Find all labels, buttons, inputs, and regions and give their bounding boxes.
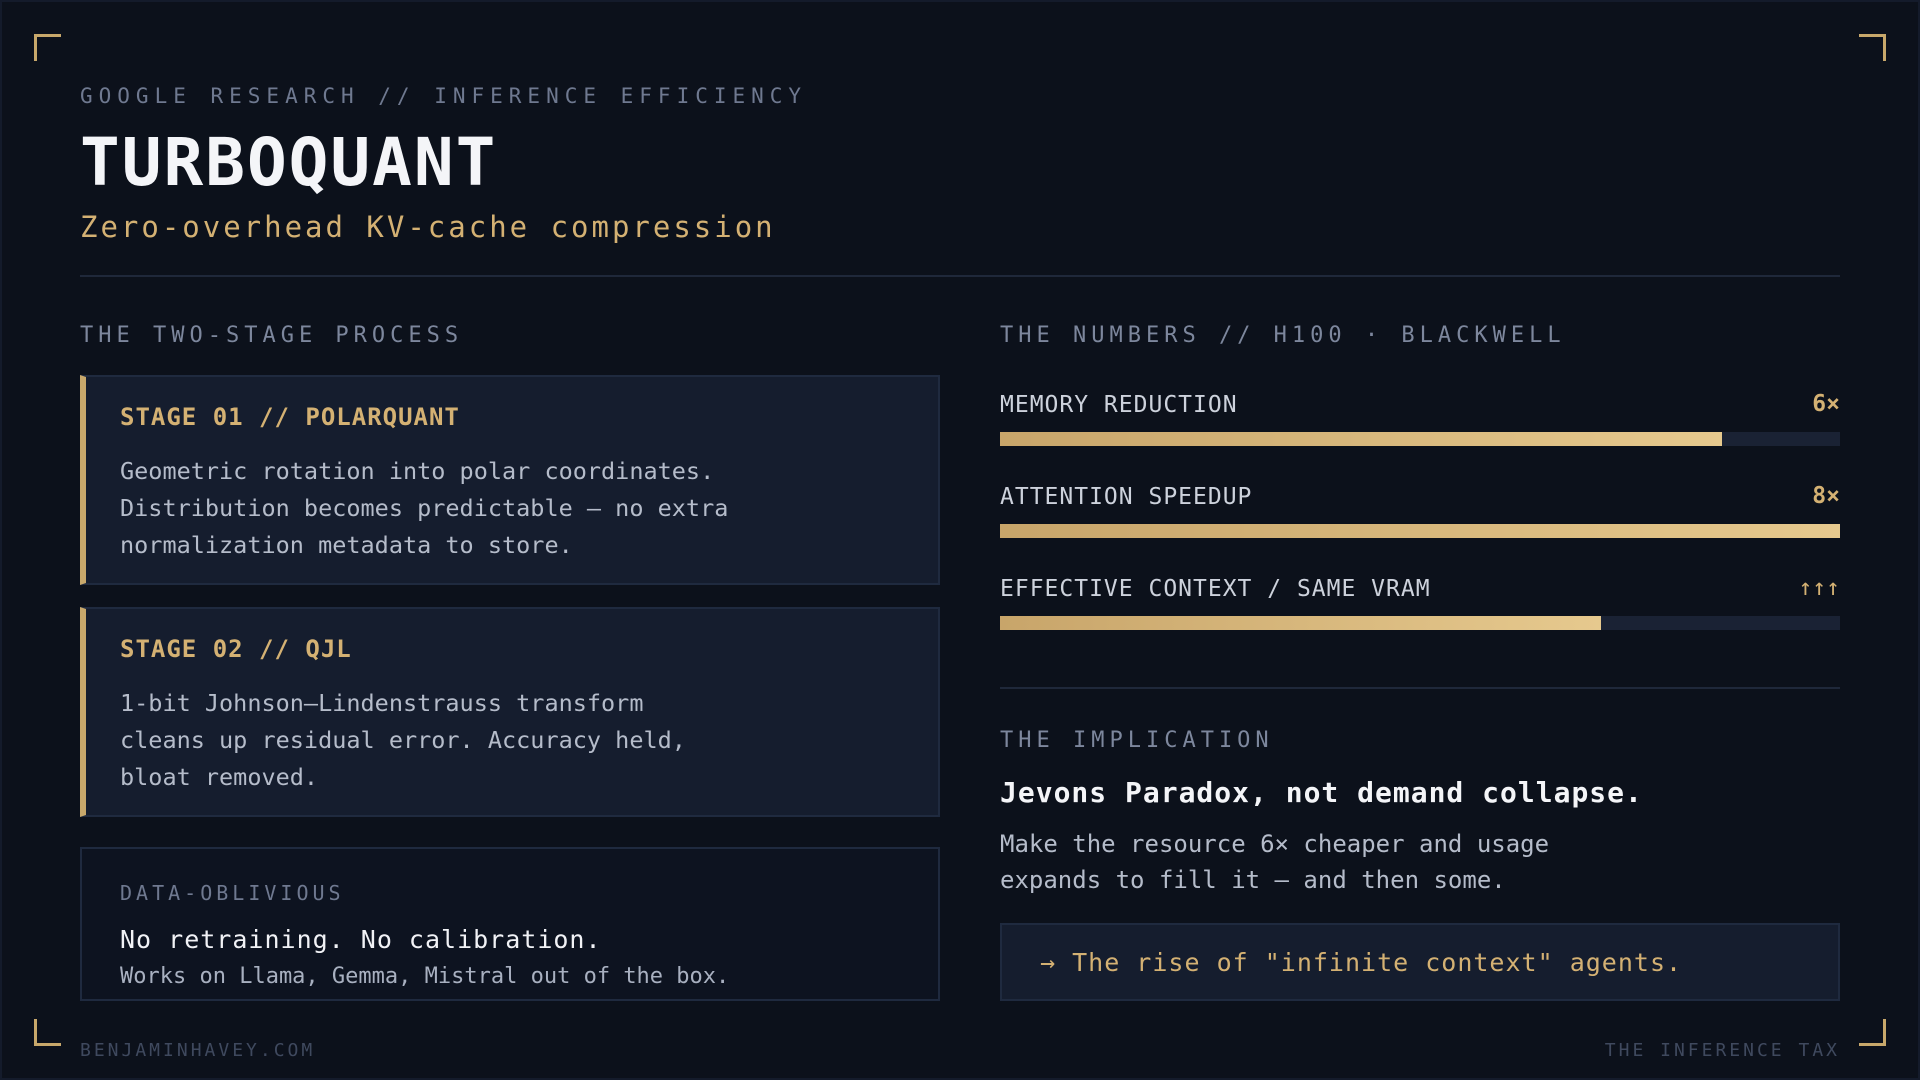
implication-description: Make the resource 6× cheaper and usage e… bbox=[1000, 826, 1700, 898]
stage-card-qjl: STAGE 02 // QJL 1-bit Johnson–Lindenstra… bbox=[80, 607, 940, 817]
numbers-section-label: THE NUMBERS // H100 · BLACKWELL bbox=[1000, 323, 1566, 348]
metric-bar-memory-reduction bbox=[1000, 432, 1840, 446]
numbers-divider bbox=[1000, 687, 1840, 689]
metric-value-effective-context: ↑↑↑ bbox=[1798, 575, 1840, 601]
data-oblivious-detail: Works on Llama, Gemma, Mistral out of th… bbox=[120, 964, 730, 989]
stage-description-line: normalization metadata to store. bbox=[120, 531, 573, 559]
implication-callout: → The rise of "infinite context" agents. bbox=[1000, 923, 1840, 1001]
metric-value-memory-reduction: 6× bbox=[1812, 391, 1840, 417]
stage-description-line: 1-bit Johnson–Lindenstrauss transform bbox=[120, 689, 644, 717]
metric-bar-attention-speedup bbox=[1000, 524, 1840, 538]
stage-description-line: Geometric rotation into polar coordinate… bbox=[120, 457, 715, 485]
metric-label-effective-context: EFFECTIVE CONTEXT / SAME VRAM bbox=[1000, 576, 1431, 602]
page-title: TURBOQUANT bbox=[80, 124, 498, 201]
stage-card-polarquant: STAGE 01 // POLARQUANT Geometric rotatio… bbox=[80, 375, 940, 585]
metric-label-memory-reduction: MEMORY REDUCTION bbox=[1000, 392, 1238, 418]
implication-headline: Jevons Paradox, not demand collapse. bbox=[1000, 776, 1643, 809]
metric-bar-effective-context bbox=[1000, 616, 1840, 630]
stage-description-line: bloat removed. bbox=[120, 763, 319, 791]
stage-description-line: Distribution becomes predictable — no ex… bbox=[120, 494, 729, 522]
corner-mark-bottom-left bbox=[34, 1019, 61, 1046]
eyebrow-label: GOOGLE RESEARCH // INFERENCE EFFICIENCY bbox=[80, 84, 808, 108]
implication-line: expands to fill it — and then some. bbox=[1000, 866, 1506, 894]
metric-bar-fill bbox=[1000, 524, 1840, 538]
page-subtitle: Zero-overhead KV-cache compression bbox=[80, 210, 776, 244]
corner-mark-top-left bbox=[34, 34, 61, 61]
data-oblivious-label: DATA-OBLIVIOUS bbox=[120, 881, 345, 905]
callout-text: → The rise of "infinite context" agents. bbox=[1040, 948, 1683, 977]
stage-title: STAGE 02 // QJL bbox=[120, 635, 352, 663]
metric-label-attention-speedup: ATTENTION SPEEDUP bbox=[1000, 484, 1253, 510]
header-divider bbox=[80, 275, 1840, 277]
data-oblivious-card: DATA-OBLIVIOUS No retraining. No calibra… bbox=[80, 847, 940, 1001]
implication-line: Make the resource 6× cheaper and usage bbox=[1000, 830, 1550, 858]
corner-mark-top-right bbox=[1859, 34, 1886, 61]
corner-mark-bottom-right bbox=[1859, 1019, 1886, 1046]
stage-title: STAGE 01 // POLARQUANT bbox=[120, 403, 460, 431]
stage-description: Geometric rotation into polar coordinate… bbox=[120, 453, 900, 564]
stage-description-line: cleans up residual error. Accuracy held, bbox=[120, 726, 686, 754]
stage-description: 1-bit Johnson–Lindenstrauss transform cl… bbox=[120, 685, 900, 796]
footer-series: THE INFERENCE TAX bbox=[1604, 1040, 1840, 1061]
process-section-label: THE TWO-STAGE PROCESS bbox=[80, 323, 464, 348]
implication-section-label: THE IMPLICATION bbox=[1000, 728, 1274, 753]
footer-site: BENJAMINHAVEY.COM bbox=[80, 1040, 316, 1061]
metric-value-attention-speedup: 8× bbox=[1812, 483, 1840, 509]
metric-bar-fill bbox=[1000, 616, 1601, 630]
metric-bar-fill bbox=[1000, 432, 1723, 446]
data-oblivious-headline: No retraining. No calibration. bbox=[120, 925, 602, 954]
